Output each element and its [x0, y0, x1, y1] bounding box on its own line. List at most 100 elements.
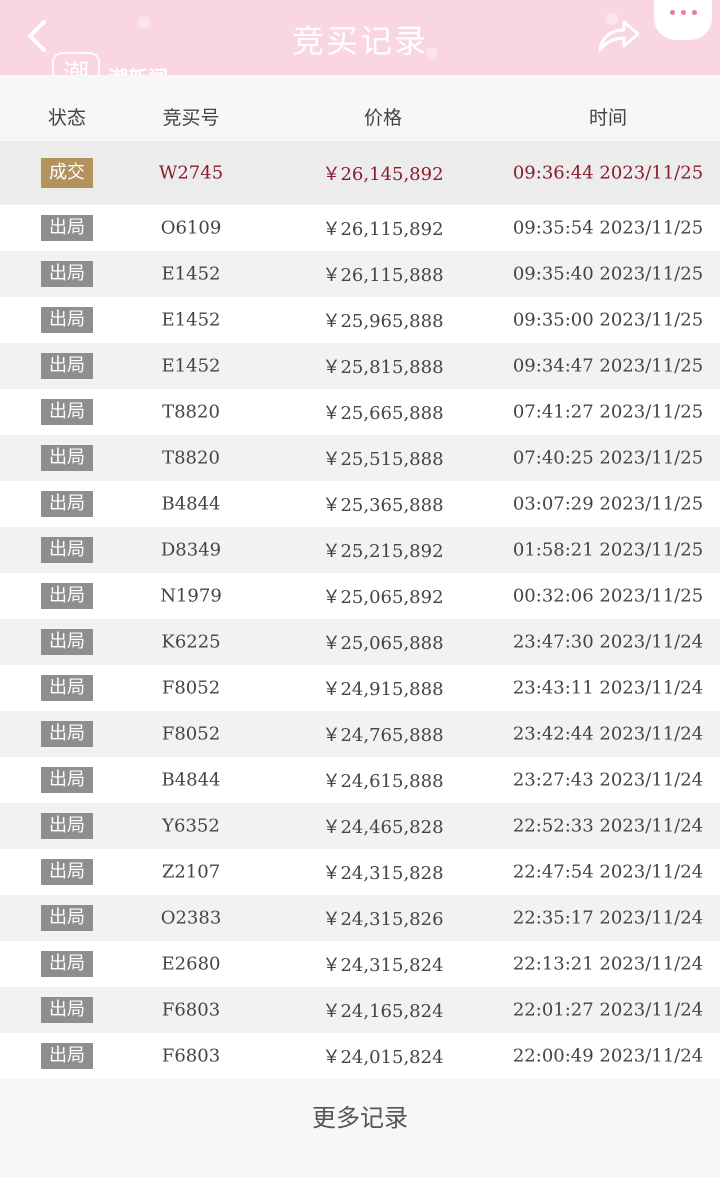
bid-time: 23:42:44 2023/11/24 — [512, 723, 704, 745]
table-row: 出局 B4844 ￥24,615,888 23:27:43 2023/11/24 — [0, 757, 720, 803]
bid-time: 09:36:44 2023/11/25 — [512, 162, 704, 184]
bid-time: 09:35:40 2023/11/25 — [512, 263, 704, 285]
bid-time: 22:35:17 2023/11/24 — [512, 907, 704, 929]
bid-price: ￥24,465,828 — [322, 817, 444, 838]
bid-number: E2680 — [161, 953, 221, 975]
bid-number: N1979 — [160, 585, 222, 607]
table-row: 出局 F6803 ￥24,015,824 22:00:49 2023/11/24 — [0, 1033, 720, 1079]
bid-price: ￥25,515,888 — [322, 449, 444, 470]
table-row: 出局 N1979 ￥25,065,892 00:32:06 2023/11/25 — [0, 573, 720, 619]
column-header-price: 价格 — [363, 107, 403, 129]
bid-number: E1452 — [161, 355, 221, 377]
bid-price: ￥24,765,888 — [322, 725, 444, 746]
bid-price: ￥26,115,888 — [322, 265, 444, 286]
column-header-time: 时间 — [588, 107, 628, 129]
bid-number: B4844 — [161, 769, 221, 791]
bid-number: O6109 — [160, 217, 222, 239]
bid-time: 07:41:27 2023/11/25 — [512, 401, 704, 423]
bid-number: D8349 — [160, 539, 222, 561]
bid-price: ￥25,365,888 — [322, 495, 444, 516]
status-badge: 出局 — [41, 491, 93, 517]
bid-time: 01:58:21 2023/11/25 — [512, 539, 704, 561]
bid-time: 23:27:43 2023/11/24 — [512, 769, 704, 791]
status-badge: 出局 — [41, 905, 93, 931]
status-badge: 出局 — [41, 813, 93, 839]
bid-number: W2745 — [158, 162, 224, 184]
status-badge: 出局 — [41, 445, 93, 471]
bid-number: Y6352 — [162, 815, 220, 837]
share-arrow-icon — [598, 20, 640, 52]
bid-number: F6803 — [161, 999, 221, 1021]
bid-price: ￥24,315,826 — [322, 909, 444, 930]
bid-price: ￥25,815,888 — [322, 357, 444, 378]
bid-time: 09:35:54 2023/11/25 — [512, 217, 704, 239]
bid-time: 22:52:33 2023/11/24 — [512, 815, 704, 837]
bid-time: 22:13:21 2023/11/24 — [512, 953, 704, 975]
status-badge: 出局 — [41, 675, 93, 701]
table-row: 出局 F8052 ￥24,765,888 23:42:44 2023/11/24 — [0, 711, 720, 757]
bid-number: E1452 — [161, 263, 221, 285]
table-row: 出局 O6109 ￥26,115,892 09:35:54 2023/11/25 — [0, 205, 720, 251]
bid-price: ￥24,315,824 — [322, 955, 444, 976]
bid-price: ￥24,165,824 — [322, 1001, 444, 1022]
share-button[interactable] — [596, 16, 642, 56]
table-row: 出局 O2383 ￥24,315,826 22:35:17 2023/11/24 — [0, 895, 720, 941]
column-header-bid-no: 竞买号 — [162, 107, 220, 129]
bid-price: ￥25,065,888 — [322, 633, 444, 654]
status-badge: 出局 — [41, 583, 93, 609]
table-row: 出局 T8820 ￥25,665,888 07:41:27 2023/11/25 — [0, 389, 720, 435]
bid-number: E1452 — [161, 309, 221, 331]
bid-number: K6225 — [161, 631, 221, 653]
table-row: 出局 E1452 ￥25,815,888 09:34:47 2023/11/25 — [0, 343, 720, 389]
status-badge: 出局 — [41, 951, 93, 977]
status-badge: 出局 — [41, 307, 93, 333]
bid-number: T8820 — [162, 447, 220, 469]
status-badge: 出局 — [41, 997, 93, 1023]
table-row: 出局 E2680 ￥24,315,824 22:13:21 2023/11/24 — [0, 941, 720, 987]
bid-price: ￥24,915,888 — [322, 679, 444, 700]
more-menu-button[interactable] — [654, 0, 712, 40]
bid-number: Z2107 — [161, 861, 221, 883]
bid-time: 00:32:06 2023/11/25 — [512, 585, 704, 607]
column-header-status: 状态 — [47, 107, 87, 129]
table-row: 出局 T8820 ￥25,515,888 07:40:25 2023/11/25 — [0, 435, 720, 481]
more-records-button[interactable]: 更多记录 — [0, 1098, 720, 1133]
bid-number: B4844 — [161, 493, 221, 515]
status-badge: 出局 — [41, 767, 93, 793]
status-badge: 出局 — [41, 215, 93, 241]
bid-record-list: 成交 W2745 ￥26,145,892 09:36:44 2023/11/25 出局 O… — [0, 141, 720, 1079]
bid-time: 09:35:00 2023/11/25 — [512, 309, 704, 331]
table-row: 出局 Y6352 ￥24,465,828 22:52:33 2023/11/24 — [0, 803, 720, 849]
bid-price: ￥24,615,888 — [322, 771, 444, 792]
bid-price: ￥24,015,824 — [322, 1047, 444, 1068]
status-badge: 出局 — [41, 399, 93, 425]
top-bar: 竞买记录 潮 潮新闻 — [0, 0, 720, 100]
status-badge: 出局 — [41, 629, 93, 655]
bid-number: F6803 — [161, 1045, 221, 1067]
bid-price: ￥25,215,892 — [322, 541, 444, 562]
bid-price: ￥25,965,888 — [322, 311, 444, 332]
bid-time: 23:43:11 2023/11/24 — [512, 677, 704, 699]
bid-price: ￥26,145,892 — [322, 164, 444, 185]
table-row: 出局 F6803 ￥24,165,824 22:01:27 2023/11/24 — [0, 987, 720, 1033]
status-badge: 出局 — [41, 721, 93, 747]
table-row: 出局 D8349 ￥25,215,892 01:58:21 2023/11/25 — [0, 527, 720, 573]
status-badge: 出局 — [41, 537, 93, 563]
bid-number: F8052 — [161, 677, 221, 699]
status-badge: 出局 — [41, 353, 93, 379]
bid-time: 03:07:29 2023/11/25 — [512, 493, 704, 515]
table-header: 状态 竞买号 价格 时间 — [0, 75, 720, 141]
bid-price: ￥25,665,888 — [322, 403, 444, 424]
more-dots-icon — [692, 10, 697, 15]
bid-number: O2383 — [160, 907, 222, 929]
table-row-winner: 成交 W2745 ￥26,145,892 09:36:44 2023/11/25 — [0, 141, 720, 205]
bid-number: T8820 — [162, 401, 220, 423]
table-row: 出局 F8052 ￥24,915,888 23:43:11 2023/11/24 — [0, 665, 720, 711]
bid-time: 09:34:47 2023/11/25 — [512, 355, 704, 377]
bid-time: 22:47:54 2023/11/24 — [512, 861, 704, 883]
table-row: 出局 E1452 ￥25,965,888 09:35:00 2023/11/25 — [0, 297, 720, 343]
bid-time: 23:47:30 2023/11/24 — [512, 631, 704, 653]
bid-time: 07:40:25 2023/11/25 — [512, 447, 704, 469]
more-dots-icon — [670, 10, 675, 15]
status-badge: 成交 — [41, 158, 93, 188]
